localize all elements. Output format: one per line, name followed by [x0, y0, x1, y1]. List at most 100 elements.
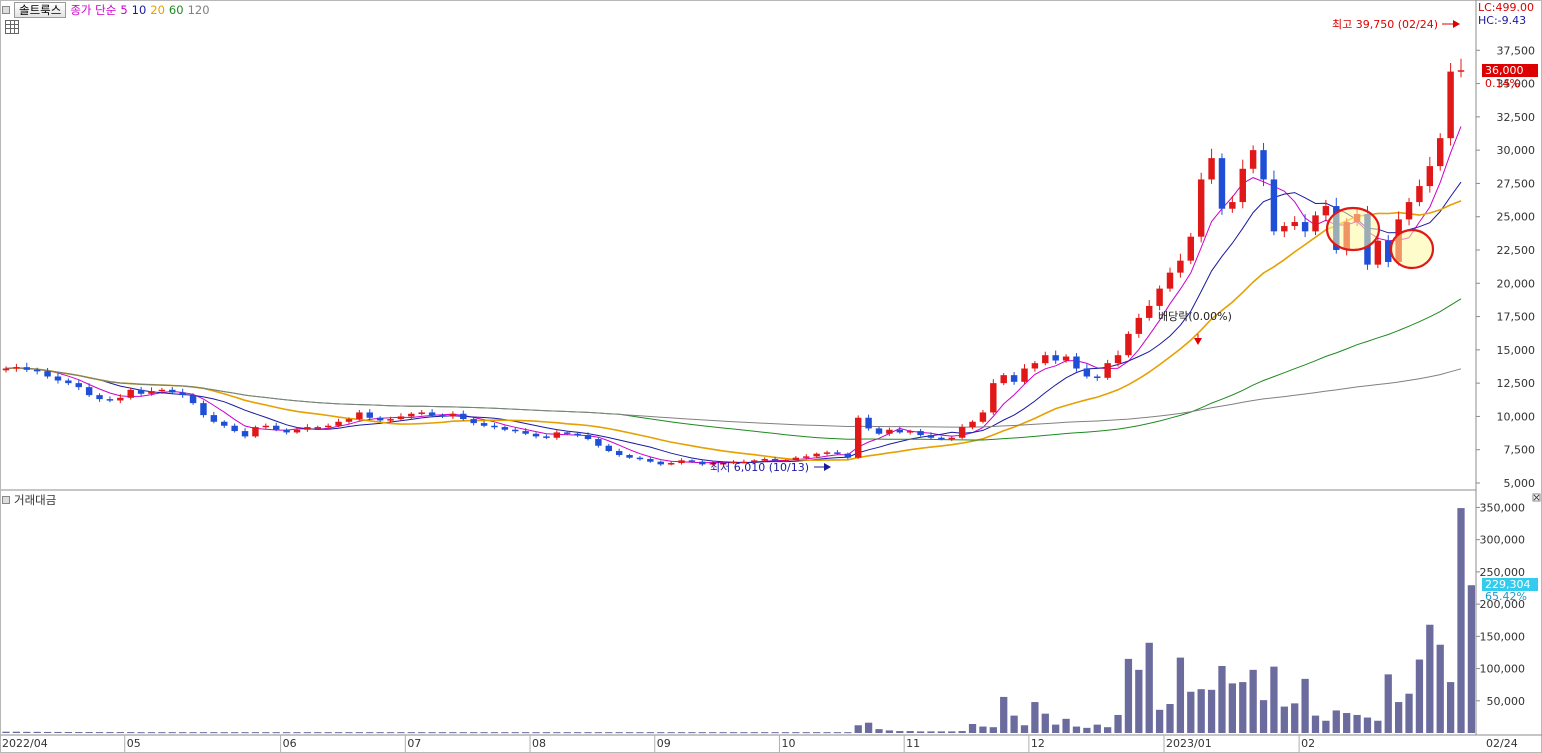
candle-body [1031, 363, 1039, 369]
candle-body [1187, 236, 1195, 261]
volume-bar [615, 732, 623, 734]
volume-bar [418, 732, 426, 734]
candle-body [23, 367, 31, 370]
volume-bar [75, 732, 83, 734]
dividend-arrow-icon [1194, 338, 1202, 345]
time-tick-label: 08 [532, 737, 546, 750]
volume-bar [875, 729, 883, 733]
candle-body [917, 431, 924, 436]
candle-body [221, 421, 228, 426]
candle-body [1073, 356, 1080, 369]
volume-bar [1155, 709, 1164, 733]
volume-bar [1415, 659, 1424, 733]
volume-bar [563, 732, 571, 734]
candle-body [439, 415, 446, 417]
volume-change-pct: 65.42% [1485, 590, 1527, 603]
volume-bar [179, 732, 187, 734]
volume-bar [979, 726, 987, 733]
candle-body [418, 412, 425, 414]
price-tick-label: 27,500 [1497, 177, 1536, 190]
volume-bar [43, 731, 52, 733]
volume-bar [511, 732, 519, 734]
time-tick-label: 12 [1031, 737, 1045, 750]
candle-body [480, 423, 488, 426]
candle-body [241, 431, 249, 437]
candle-body [969, 421, 976, 428]
candle-body [345, 419, 353, 422]
candle-body [1281, 226, 1288, 232]
volume-bar [771, 732, 779, 734]
volume-bar [1010, 715, 1018, 733]
volume-bar [709, 732, 717, 734]
volume-bar [397, 732, 405, 734]
time-end-label: 02/24 [1486, 737, 1518, 750]
candle-body [210, 415, 218, 422]
volume-bar [1311, 715, 1320, 733]
volume-bar [293, 732, 301, 734]
candle-body [54, 376, 62, 381]
volume-bar [54, 731, 62, 733]
candle-body [512, 429, 519, 432]
candle-body [1312, 215, 1319, 232]
candle-body [667, 463, 675, 465]
price-tick-label: 5,000 [1504, 477, 1536, 490]
price-axis-labels: 37,50035,00032,50030,00027,50025,00022,5… [1476, 44, 1535, 490]
volume-bar [833, 732, 842, 734]
volume-bar [490, 732, 499, 734]
candle-body [44, 371, 51, 377]
candle-body [1052, 355, 1059, 361]
volume-bar [719, 732, 727, 734]
volume-bar [1145, 642, 1153, 733]
volume-bar [334, 732, 343, 734]
candle-body [1042, 355, 1049, 364]
current-price: 36,000 [1485, 64, 1524, 77]
volume-axis-labels: 350,000300,000250,000200,000150,000100,0… [1476, 501, 1526, 708]
volume-bar [1031, 702, 1039, 733]
candle-body [875, 428, 883, 434]
stock-chart[interactable]: 37,50035,00032,50030,00027,50025,00022,5… [0, 0, 1542, 753]
volume-bar [1395, 702, 1403, 733]
volume-bar [594, 732, 603, 734]
volume-bar [272, 732, 280, 734]
price-tick-label: 15,000 [1497, 344, 1536, 357]
candle-body [553, 432, 561, 438]
candle-body [854, 417, 862, 458]
volume-bar [625, 732, 634, 734]
candle-body [605, 445, 613, 452]
candle-body [896, 429, 904, 433]
volume-bar [366, 732, 374, 734]
volume-bar [1135, 669, 1143, 733]
volume-bar [968, 723, 977, 733]
volume-tick-label: 350,000 [1480, 501, 1526, 514]
volume-bar [470, 732, 478, 734]
candle-body [813, 453, 820, 457]
candle-body [272, 425, 280, 430]
volume-bar [501, 732, 509, 734]
volume-bar [636, 732, 644, 734]
volume-bar [376, 732, 384, 734]
volume-bar [916, 731, 925, 733]
highlight-circle [1389, 228, 1435, 270]
hc-label: HC:-9.43 [1478, 14, 1526, 27]
volume-bar [864, 722, 873, 733]
candle-body [1270, 179, 1278, 232]
candle-body [33, 369, 41, 372]
candle-body [626, 455, 633, 458]
candlesticks [2, 58, 1465, 466]
volume-tick-label: 300,000 [1480, 534, 1526, 547]
volume-bar [573, 732, 582, 734]
candle-body [449, 413, 457, 417]
volume-bar [241, 732, 249, 734]
volume-bar [1446, 682, 1455, 733]
candle-body [834, 452, 841, 454]
volume-bar [438, 732, 447, 734]
candle-body [1218, 158, 1226, 209]
price-tick-label: 12,500 [1497, 377, 1536, 390]
candle-body [865, 417, 872, 429]
candle-body [522, 431, 529, 434]
volume-bar [1197, 689, 1205, 733]
volume-bar [314, 732, 322, 734]
high-arrow-icon [1453, 20, 1460, 28]
candle-body [408, 413, 415, 417]
volume-bar [1249, 669, 1257, 733]
